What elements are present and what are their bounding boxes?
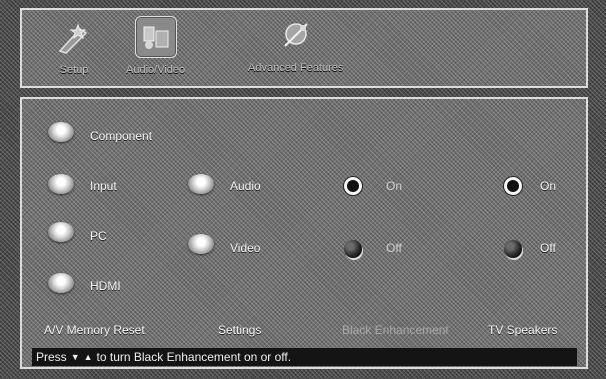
tv-speakers-heading: TV Speakers bbox=[488, 323, 558, 337]
advanced-features-icon bbox=[276, 16, 316, 56]
input-label: Input bbox=[90, 179, 117, 193]
input-button[interactable] bbox=[48, 174, 74, 194]
black-enhancement-off-radio[interactable] bbox=[344, 240, 362, 258]
help-text: to turn Black Enhancement on or off. bbox=[96, 350, 292, 364]
component-label: Component bbox=[90, 129, 153, 143]
tab-audio-video[interactable]: Audio/Video bbox=[126, 16, 185, 76]
black-enhancement-on-label: On bbox=[386, 179, 403, 193]
tab-setup-label: Setup bbox=[59, 64, 89, 76]
audio-video-panel: Component Input PC HDMI Audio Video On O… bbox=[20, 97, 588, 369]
tv-speakers-on-radio[interactable] bbox=[504, 177, 522, 195]
component-button[interactable] bbox=[48, 122, 74, 142]
pc-label: PC bbox=[90, 229, 107, 243]
video-button[interactable] bbox=[188, 234, 214, 254]
tab-audio-video-label: Audio/Video bbox=[126, 64, 186, 76]
tab-advanced-features-label: Advanced Features bbox=[248, 62, 344, 74]
tab-bar: Setup Audio/Video Advanced Features bbox=[20, 8, 588, 88]
tv-menu-screen: Setup Audio/Video Advanced Features Comp… bbox=[0, 0, 606, 379]
black-enhancement-heading: Black Enhancement bbox=[342, 323, 449, 337]
tv-speakers-on-label: On bbox=[540, 179, 557, 193]
hdmi-button[interactable] bbox=[48, 273, 74, 293]
hdmi-label: HDMI bbox=[90, 279, 121, 293]
tab-advanced-features[interactable]: Advanced Features bbox=[248, 16, 343, 74]
black-enhancement-on-radio[interactable] bbox=[344, 177, 362, 195]
tv-speakers-off-label: Off bbox=[540, 241, 556, 255]
pc-button[interactable] bbox=[48, 222, 74, 242]
tab-setup[interactable]: Setup bbox=[54, 18, 94, 76]
av-memory-reset-heading: A/V Memory Reset bbox=[44, 323, 145, 337]
black-enhancement-off-label: Off bbox=[386, 241, 402, 255]
audio-video-icon bbox=[134, 16, 177, 58]
tv-speakers-off-radio[interactable] bbox=[504, 240, 522, 258]
audio-button[interactable] bbox=[188, 174, 214, 194]
help-bar: Press ▼ ▲ to turn Black Enhancement on o… bbox=[32, 348, 577, 366]
settings-heading: Settings bbox=[218, 323, 262, 337]
help-prefix: Press bbox=[36, 350, 67, 364]
audio-label: Audio bbox=[230, 179, 261, 193]
down-arrow-icon: ▼ bbox=[70, 351, 80, 362]
up-arrow-icon: ▲ bbox=[83, 351, 93, 362]
wand-icon bbox=[54, 18, 94, 58]
video-label: Video bbox=[230, 241, 261, 255]
